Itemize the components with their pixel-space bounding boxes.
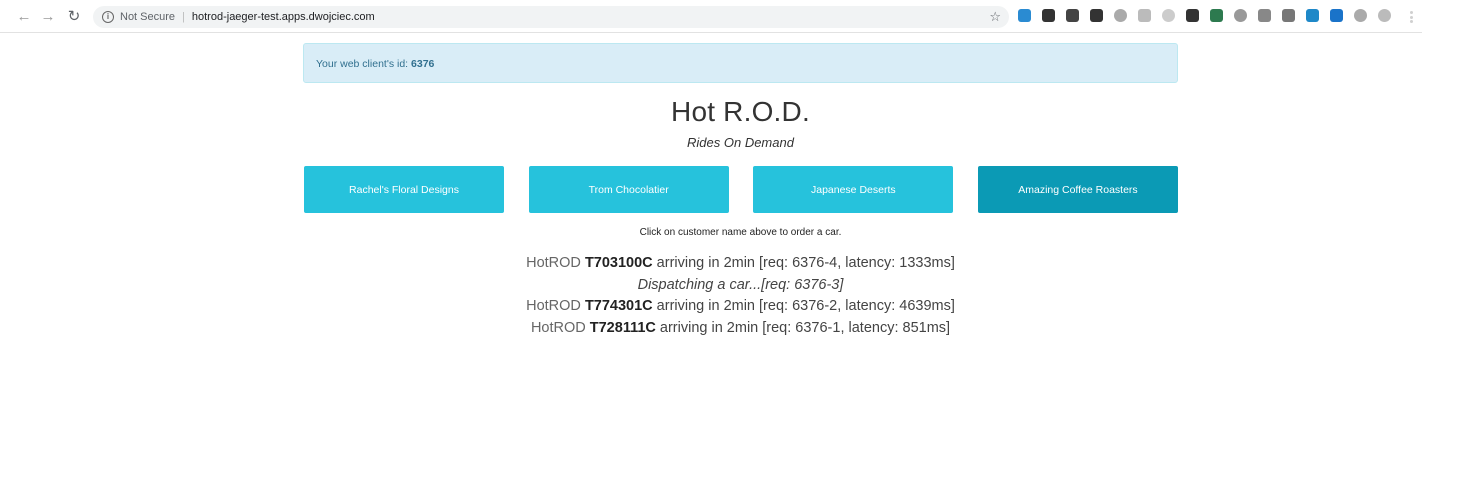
customer-button-rachels-floral-designs[interactable]: Rachel's Floral Designs [304, 166, 504, 213]
ride-item: HotROD T703100C arriving in 2min [req: 6… [303, 253, 1178, 275]
browser-toolbar: ← → ↻ i Not Secure | hotrod-jaeger-test.… [0, 0, 1422, 33]
reload-icon[interactable]: ↻ [62, 4, 86, 28]
client-id-value: 6376 [411, 58, 435, 70]
ride-detail: arriving in 2min [req: 6376-4, latency: … [652, 255, 955, 271]
customer-button-amazing-coffee-roasters[interactable]: Amazing Coffee Roasters [977, 166, 1178, 213]
ride-list: HotROD T703100C arriving in 2min [req: 6… [303, 253, 1178, 339]
extension-dark-icon[interactable] [1090, 9, 1103, 22]
extension-b-icon[interactable] [1018, 9, 1031, 22]
security-label: Not Secure [120, 11, 176, 23]
url-text[interactable]: hotrod-jaeger-test.apps.dwojciec.com [192, 11, 375, 23]
page-title: Hot R.O.D. [671, 96, 810, 127]
extension-at-icon[interactable] [1330, 9, 1343, 22]
address-bar[interactable]: i Not Secure | hotrod-jaeger-test.apps.d… [93, 6, 1009, 28]
ride-detail: arriving in 2min [req: 6376-2, latency: … [652, 298, 955, 314]
eyedropper-icon[interactable] [1186, 9, 1199, 22]
address-divider: | [182, 11, 185, 23]
info-icon[interactable]: i [102, 11, 114, 23]
ride-car-id: T703100C [584, 255, 653, 271]
extension-grey-icon[interactable] [1138, 9, 1151, 22]
order-hint: Click on customer name above to order a … [639, 227, 842, 238]
ride-detail: arriving in 2min [req: 6376-1, latency: … [655, 319, 951, 336]
customer-button-trom-chocolatier[interactable]: Trom Chocolatier [528, 166, 729, 213]
page-subtitle: Rides On Demand [687, 135, 794, 150]
extension-grid-icon[interactable] [1282, 9, 1295, 22]
client-id-prefix: Your web client's id: [316, 58, 412, 70]
extensions-bar [1018, 9, 1402, 22]
evernote-icon[interactable] [1210, 9, 1223, 22]
extension-gear-icon[interactable] [1258, 9, 1271, 22]
ride-item: HotROD T774301C arriving in 2min [req: 6… [303, 296, 1178, 318]
bookmark-star-icon[interactable]: ☆ [989, 9, 1001, 25]
browser-menu-icon[interactable] [1410, 11, 1413, 23]
extension-outline-icon[interactable] [1162, 9, 1175, 22]
client-id-alert: Your web client's id: 6376 [303, 43, 1178, 83]
ride-item: HotROD T728111C arriving in 2min [req: 6… [303, 318, 1178, 340]
ride-car-id: T774301C [584, 298, 653, 314]
extension-hex-icon[interactable] [1378, 9, 1391, 22]
extension-blue-square-icon[interactable] [1306, 9, 1319, 22]
extension-fx-icon[interactable] [1042, 9, 1055, 22]
ride-brand: HotROD [526, 255, 585, 271]
customer-buttons: Rachel's Floral Designs Trom Chocolatier… [304, 166, 1178, 213]
extension-c-icon[interactable] [1354, 9, 1367, 22]
extension-circle-icon[interactable] [1234, 9, 1247, 22]
ride-brand: HotROD [526, 298, 585, 314]
back-arrow-icon[interactable]: ← [12, 4, 36, 28]
forward-arrow-icon[interactable]: → [36, 4, 60, 28]
customer-button-japanese-deserts[interactable]: Japanese Deserts [753, 166, 954, 213]
cloud-icon[interactable] [1114, 9, 1127, 22]
ride-brand: HotROD [530, 319, 590, 336]
ride-car-id: T728111C [589, 319, 656, 336]
ride-item-pending: Dispatching a car...[req: 6376-3] [637, 276, 844, 293]
pocket-icon[interactable] [1066, 9, 1079, 22]
